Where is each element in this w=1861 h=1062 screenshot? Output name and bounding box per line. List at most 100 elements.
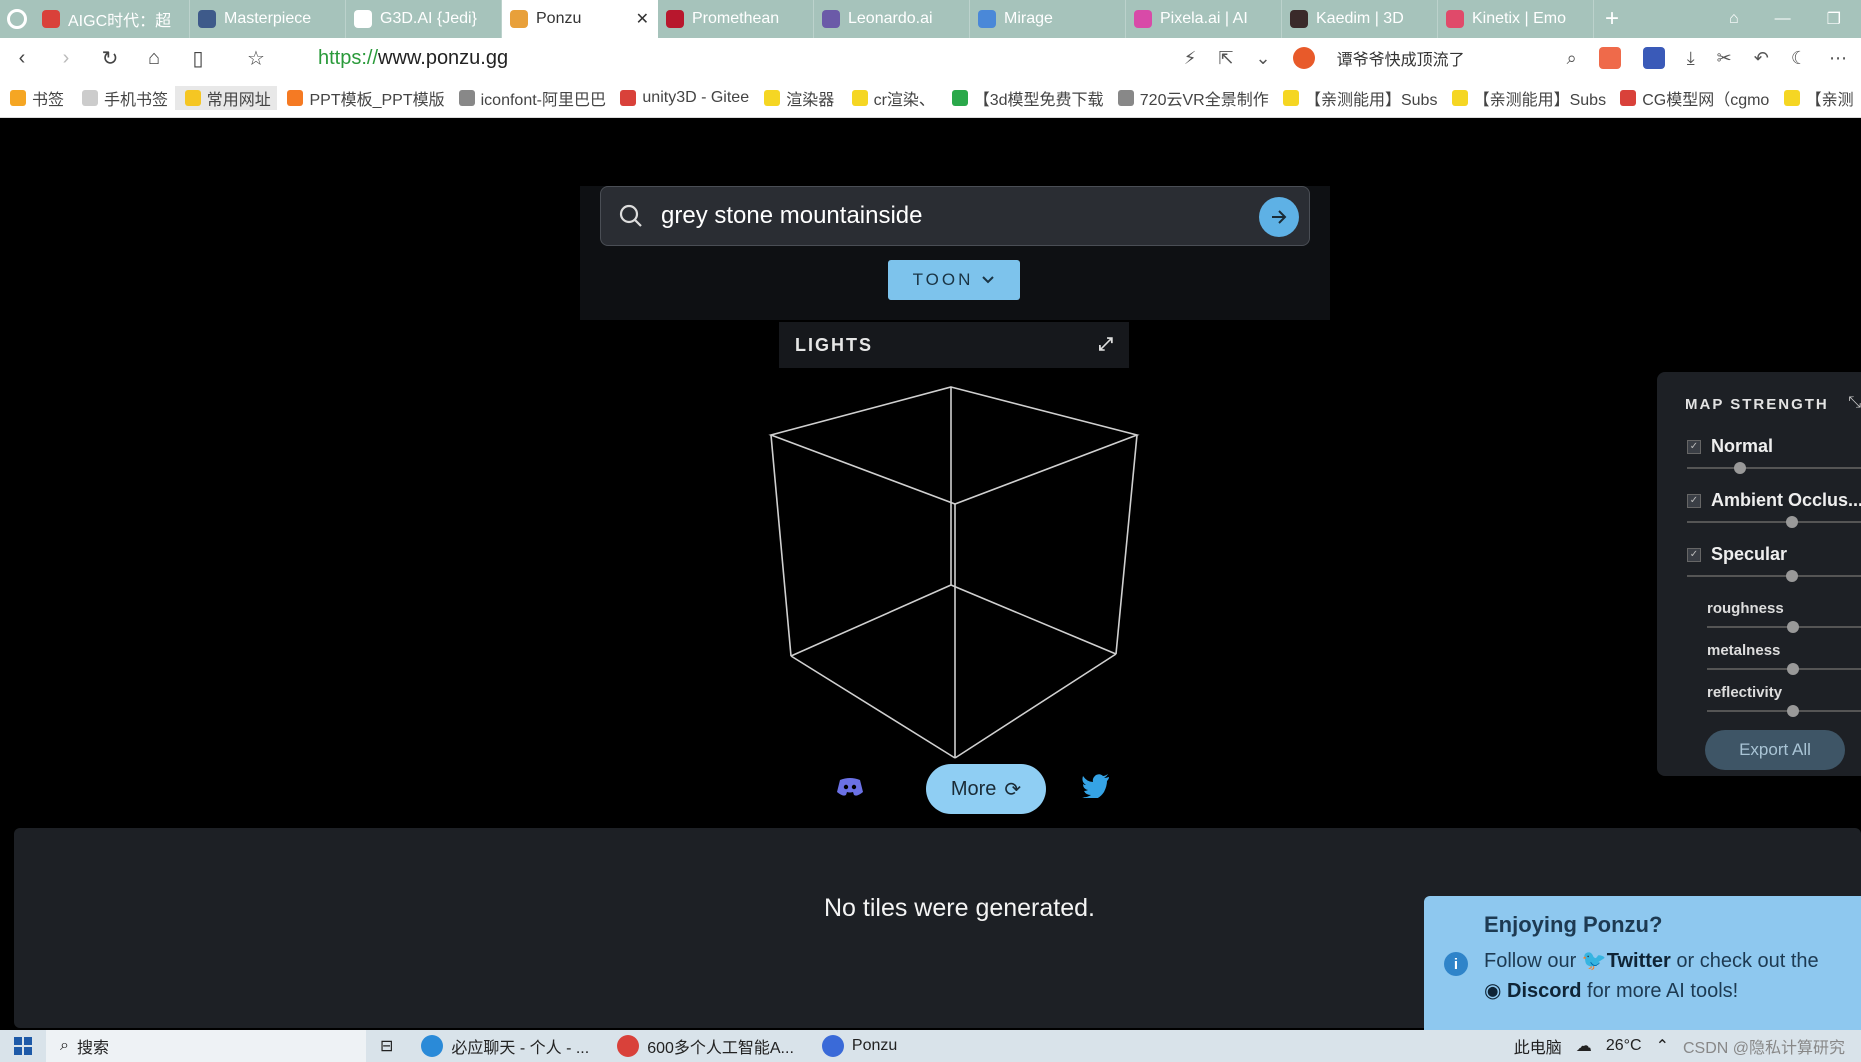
- moon-icon[interactable]: ☾: [1791, 48, 1807, 69]
- discord-link-label: Discord: [1507, 980, 1582, 1002]
- tab-7[interactable]: Pixela.ai | AI: [1126, 0, 1282, 38]
- extension-icon[interactable]: [1642, 47, 1665, 69]
- specular-slider[interactable]: [1687, 570, 1861, 582]
- this-pc-label[interactable]: 此电脑: [1514, 1034, 1562, 1058]
- scissors-icon[interactable]: ✂: [1717, 48, 1732, 69]
- normal-slider[interactable]: [1687, 462, 1861, 474]
- taskbar-search-label: 搜索: [76, 1040, 109, 1057]
- taskbar-app[interactable]: Ponzu: [808, 1030, 911, 1062]
- search-icon[interactable]: ⌕: [1567, 48, 1577, 69]
- discord-icon[interactable]: [836, 774, 876, 805]
- translate-icon[interactable]: [1598, 47, 1621, 69]
- restore-icon[interactable]: ❐: [1827, 9, 1841, 29]
- download-icon[interactable]: ⤓: [1687, 48, 1695, 69]
- new-tab-button[interactable]: +: [1594, 0, 1630, 38]
- minimize-icon[interactable]: —: [1775, 10, 1791, 28]
- more-menu-icon[interactable]: ⋯: [1829, 48, 1847, 69]
- bookmark-item[interactable]: 手机书签: [72, 86, 175, 110]
- bookmark-label: cr渲染、: [873, 91, 935, 109]
- bookmark-item[interactable]: 720云VR全景制作: [1108, 86, 1273, 110]
- twitter-link-label: Twitter: [1606, 950, 1671, 972]
- bookmark-item[interactable]: 书签: [0, 86, 72, 110]
- tab-0[interactable]: AIGC时代：超: [34, 0, 190, 38]
- home-icon[interactable]: ⌂: [132, 47, 176, 70]
- tab-9[interactable]: Kinetix | Emo: [1438, 0, 1594, 38]
- collapse-icon[interactable]: ⤡: [1848, 394, 1861, 412]
- tab-5[interactable]: Leonardo.ai: [814, 0, 970, 38]
- metalness-slider[interactable]: [1707, 663, 1861, 675]
- tab-favicon-icon: [978, 10, 996, 28]
- bookmark-item[interactable]: 【亲测能用】Subs: [1442, 86, 1611, 110]
- tab-3[interactable]: Ponzu ✕: [502, 0, 658, 38]
- specular-checkbox[interactable]: ✓: [1687, 547, 1701, 562]
- discord-link[interactable]: ◉ Discord: [1484, 980, 1581, 1002]
- share-icon[interactable]: ⇱: [1218, 48, 1233, 69]
- bookmark-item[interactable]: iconfont-阿里巴巴: [449, 86, 611, 110]
- taskbar-search[interactable]: ⌕ 搜索: [46, 1030, 366, 1062]
- star-icon[interactable]: ☆: [234, 46, 278, 71]
- slider-knob[interactable]: [1786, 570, 1799, 582]
- slider-knob[interactable]: [1787, 621, 1800, 633]
- bookmark-item[interactable]: 【3d模型免费下载: [942, 86, 1108, 110]
- browser-logo-icon[interactable]: [0, 0, 34, 38]
- taskbar-app[interactable]: 必应聊天 - 个人 - ...: [407, 1030, 603, 1062]
- tab-8[interactable]: Kaedim | 3D: [1282, 0, 1438, 38]
- hot-search-text[interactable]: 谭爷爷快成顶流了: [1337, 46, 1465, 70]
- bookmark-item[interactable]: CG模型网（cgmo: [1610, 86, 1773, 110]
- normal-row[interactable]: ✓ Normal: [1687, 436, 1773, 457]
- tray-chevron-icon[interactable]: ⌃: [1656, 1036, 1669, 1056]
- more-button[interactable]: More ⟳: [926, 764, 1046, 814]
- search-engine-icon[interactable]: [1292, 47, 1315, 69]
- tab-label: AIGC时代：超: [68, 13, 172, 30]
- temperature-label: 26°C: [1605, 1037, 1642, 1054]
- slider-knob[interactable]: [1787, 663, 1800, 675]
- tab-list: AIGC时代：超 Masterpiece G3D.AI {Jedi} Ponzu ✕ Pr…: [34, 0, 1594, 38]
- tab-favicon-icon: [1290, 10, 1308, 28]
- twitter-icon[interactable]: [1082, 773, 1110, 805]
- reload-icon[interactable]: ↻: [88, 46, 132, 71]
- lightning-icon[interactable]: ⚡: [1184, 48, 1197, 69]
- back-icon[interactable]: ‹: [0, 47, 44, 70]
- url-field[interactable]: https://www.ponzu.gg: [318, 47, 508, 70]
- reflectivity-label: reflectivity: [1707, 684, 1783, 701]
- taskbar-app[interactable]: 600多个人工智能A...: [603, 1030, 808, 1062]
- tab-favicon-icon: [198, 10, 216, 28]
- slider-knob[interactable]: [1786, 516, 1799, 528]
- specular-label: Specular: [1711, 544, 1788, 564]
- tab-2[interactable]: G3D.AI {Jedi}: [346, 0, 502, 38]
- forward-icon[interactable]: ›: [44, 47, 88, 70]
- reflectivity-slider[interactable]: [1707, 705, 1861, 717]
- ao-checkbox[interactable]: ✓: [1687, 493, 1701, 508]
- specular-row[interactable]: ✓ Specular: [1687, 544, 1787, 565]
- roughness-slider[interactable]: [1707, 621, 1861, 633]
- ao-slider[interactable]: [1687, 516, 1861, 528]
- shirt-icon[interactable]: ⌂: [1729, 10, 1739, 28]
- ao-row[interactable]: ✓ Ambient Occlus...: [1687, 490, 1861, 511]
- normal-checkbox[interactable]: ✓: [1687, 439, 1701, 454]
- chevron-down-icon[interactable]: ⌄: [1256, 48, 1271, 69]
- bookmark-item[interactable]: 【亲测能用】Subs: [1273, 86, 1442, 110]
- bookmark-item[interactable]: 【亲测: [1774, 86, 1861, 110]
- bookmark-item[interactable]: 常用网址: [174, 85, 278, 110]
- tab-6[interactable]: Mirage: [970, 0, 1126, 38]
- tab-4[interactable]: Promethean: [658, 0, 814, 38]
- bookmark-icon: [1620, 89, 1637, 106]
- promo-toast: i Enjoying Ponzu? Follow our 🐦Twitter or…: [1424, 896, 1861, 1030]
- bookmark-item[interactable]: cr渲染、: [842, 86, 942, 110]
- bookmark-item[interactable]: PPT模板_PPT模版: [277, 86, 448, 110]
- slider-knob[interactable]: [1787, 705, 1800, 717]
- system-tray: 此电脑 ☁ 26°C ⌃ CSDN @隐私计算研究: [1514, 1034, 1861, 1058]
- close-tab-icon[interactable]: ✕: [636, 9, 649, 29]
- bookmark-item[interactable]: 渲染器: [754, 86, 841, 110]
- undo-icon[interactable]: ↶: [1754, 48, 1769, 69]
- reader-icon[interactable]: ▯: [176, 46, 220, 71]
- task-view-icon[interactable]: ⊟: [366, 1030, 407, 1062]
- bookmark-item[interactable]: unity3D - Gitee: [610, 89, 754, 107]
- slider-knob[interactable]: [1733, 462, 1746, 474]
- map-strength-title: MAP STRENGTH: [1685, 396, 1829, 413]
- export-all-button[interactable]: Export All: [1705, 730, 1845, 770]
- tab-1[interactable]: Masterpiece: [190, 0, 346, 38]
- twitter-link[interactable]: 🐦Twitter: [1582, 950, 1671, 972]
- start-button[interactable]: [0, 1030, 46, 1062]
- weather-icon[interactable]: ☁: [1576, 1036, 1592, 1056]
